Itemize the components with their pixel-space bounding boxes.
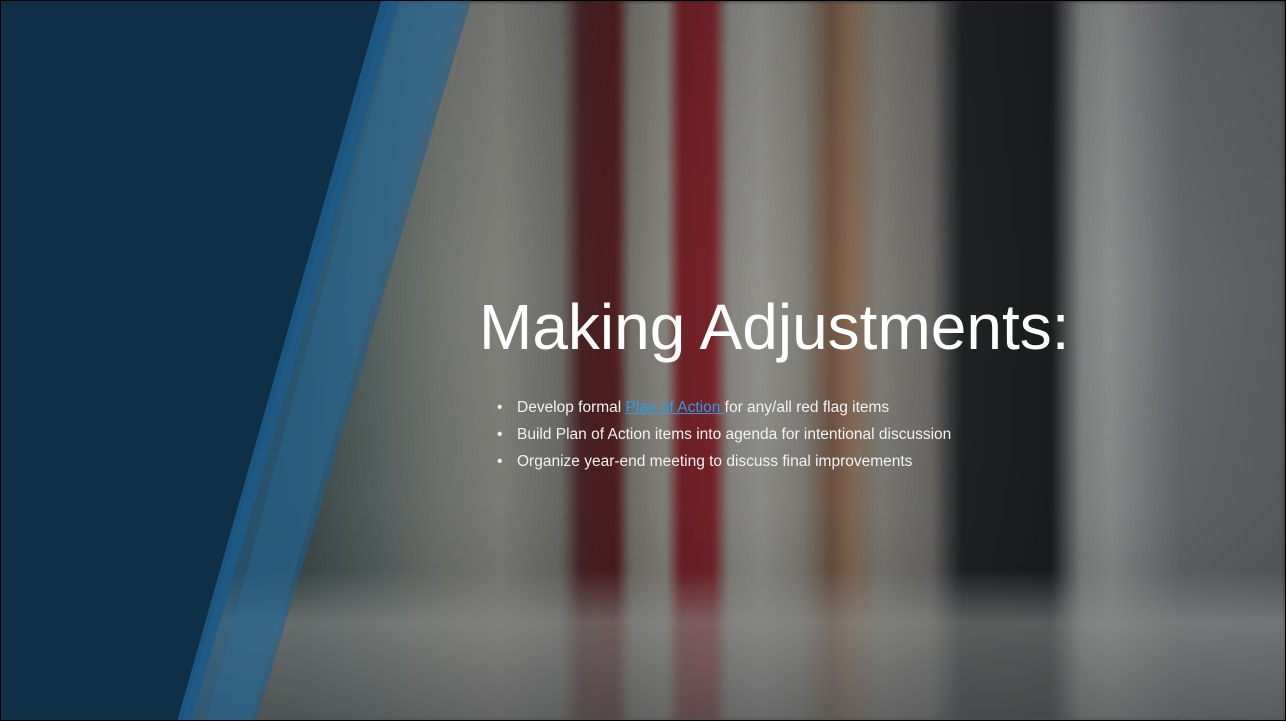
slide: Making Adjustments: • Develop formal Plan… — [0, 0, 1286, 721]
plan-of-action-link[interactable]: Plan of Action — [626, 399, 725, 416]
bullet-text-after: for any/all red flag items — [724, 399, 890, 416]
slide-title: Making Adjustments: — [479, 291, 1070, 363]
bullet-item: • Build Plan of Action items into agenda … — [497, 421, 951, 448]
bullet-icon: • — [497, 426, 503, 443]
bullet-item: • Organize year-end meeting to discuss fi… — [497, 448, 951, 475]
bullet-icon: • — [497, 399, 503, 416]
bullet-text: Build Plan of Action items into agenda f… — [517, 426, 952, 443]
bullet-text: Organize year-end meeting to discuss fin… — [517, 453, 913, 470]
bullet-text-before: Develop formal — [517, 399, 626, 416]
bullet-list: • Develop formal Plan of Action for any/a… — [497, 394, 951, 475]
bullet-icon: • — [497, 453, 503, 470]
bullet-item: • Develop formal Plan of Action for any/a… — [497, 394, 951, 421]
